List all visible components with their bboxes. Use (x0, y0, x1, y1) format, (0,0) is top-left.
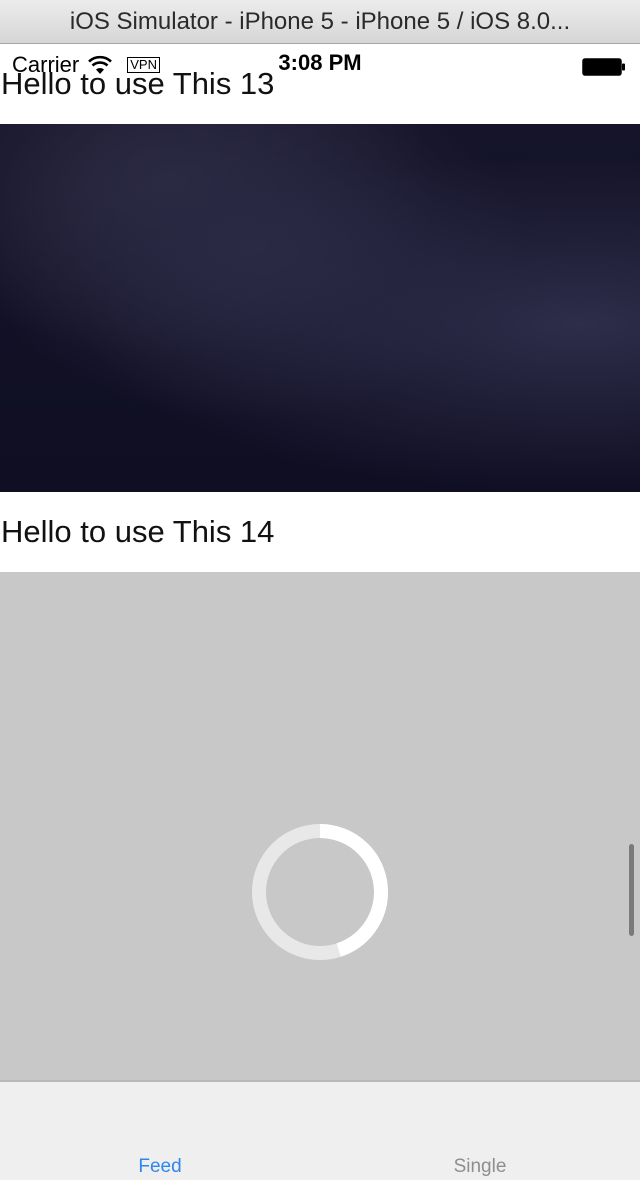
vertical-scroll-indicator[interactable] (629, 844, 634, 936)
feed-item-label: Hello to use This 14 (1, 514, 275, 549)
tab-bar: Feed Single (0, 1080, 640, 1180)
tab-feed[interactable]: Feed (0, 1082, 320, 1180)
status-time: 3:08 PM (278, 50, 362, 75)
feed-item-image[interactable] (0, 124, 640, 492)
loading-progress-ring (252, 824, 388, 960)
simulator-window-titlebar: iOS Simulator - iPhone 5 - iPhone 5 / iO… (0, 0, 640, 44)
status-bar: Carrier VPN 3:08 PM (0, 44, 640, 84)
device-screen: Carrier VPN 3:08 PM Hello to use This 13… (0, 44, 640, 1180)
tab-single-label: Single (453, 1156, 507, 1177)
battery-icon (582, 56, 626, 76)
tab-feed-label: Feed (138, 1156, 182, 1177)
feed-item-image-loading (0, 572, 640, 1080)
tab-single[interactable]: Single (320, 1082, 640, 1180)
window-title: iOS Simulator - iPhone 5 - iPhone 5 / iO… (69, 7, 571, 35)
